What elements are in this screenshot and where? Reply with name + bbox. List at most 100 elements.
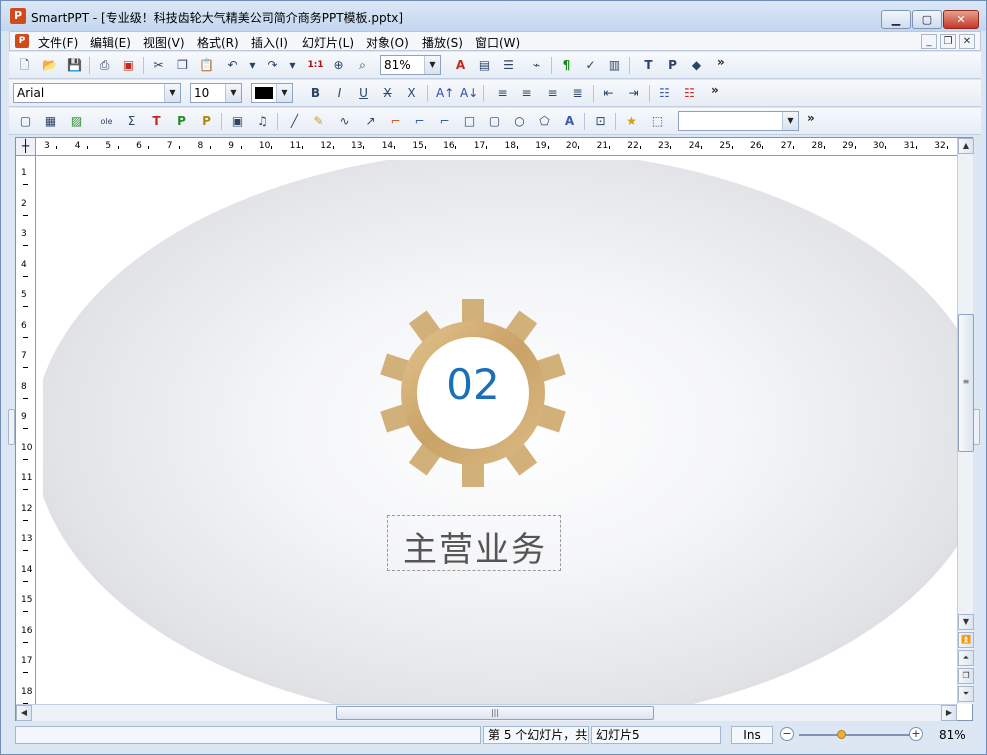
menu-file[interactable]: 文件(F) [38,34,78,51]
group-icon[interactable]: ⊡ [591,112,610,131]
curved-connector-icon[interactable]: ⌐ [435,112,454,131]
arrow-tool-icon[interactable]: ↗ [361,112,380,131]
layers-icon[interactable]: ◆ [687,56,706,75]
copy-icon[interactable]: ❐ [173,56,192,75]
zoom-icon[interactable]: ⌕ [353,56,372,75]
slide-canvas[interactable]: 02 主营业务 [43,160,957,708]
italic-icon[interactable]: I [330,84,349,103]
font-size-select[interactable]: 10 ▼ [190,83,242,103]
connector-tool-icon[interactable]: ⌐ [386,112,405,131]
bold-icon[interactable]: B [306,84,325,103]
increase-font-icon[interactable]: A↑ [435,84,454,103]
list-box-icon[interactable]: ☰ [499,56,518,75]
actual-size-icon[interactable]: 1:1 [306,56,325,75]
first-slide-icon[interactable]: ⏫ [958,632,974,648]
insert-formula-icon[interactable]: Σ [122,112,141,131]
pencil-tool-icon[interactable]: ✎ [309,112,328,131]
align-right-icon[interactable]: ≡ [543,84,562,103]
effects-star-icon[interactable]: ★ [622,112,641,131]
align-left-icon[interactable]: ≡ [493,84,512,103]
chevron-down-icon[interactable]: ▼ [225,84,241,102]
chevron-down-icon[interactable]: ▼ [276,84,292,102]
cut-icon[interactable]: ✂ [149,56,168,75]
font-color-a-icon[interactable]: A [451,56,470,75]
insert-frame-icon[interactable]: ▢ [16,112,35,131]
vertical-scrollbar[interactable]: ▲ ≡ ▼ ⏫ ⏶ ❐ ⏷ [957,138,974,704]
scroll-right-icon[interactable]: ▶ [941,705,957,721]
style-select[interactable]: ▼ [678,111,799,131]
insert-audio-icon[interactable]: ♫ [253,112,272,131]
insert-page-p-icon[interactable]: P [197,112,216,131]
undo-icon[interactable]: ↶ [223,56,242,75]
title-placeholder[interactable]: 主营业务 [387,515,561,571]
text-box-icon[interactable]: ▤ [475,56,494,75]
horizontal-scroll-thumb[interactable]: ||| [336,706,654,720]
new-icon[interactable]: 🗋 [15,56,34,75]
menu-view[interactable]: 视图(V) [143,34,185,51]
select-object-icon[interactable]: ⬚ [648,112,667,131]
chevron-down-icon[interactable]: ▼ [424,56,440,74]
subscript-icon[interactable]: X [402,84,421,103]
ellipse-tool-icon[interactable]: ○ [510,112,529,131]
underline-icon[interactable]: U [354,84,373,103]
numbered-list-icon[interactable]: ☷ [680,84,699,103]
curve-tool-icon[interactable]: ∿ [335,112,354,131]
menu-insert[interactable]: 插入(I) [251,34,288,51]
rectangle-tool-icon[interactable]: □ [460,112,479,131]
justify-icon[interactable]: ≣ [568,84,587,103]
doc-close-button[interactable]: ✕ [959,34,975,49]
menu-window[interactable]: 窗口(W) [475,34,520,51]
insert-text-t-icon[interactable]: T [147,112,166,131]
strikethrough-icon[interactable]: X [378,84,397,103]
rounded-rect-tool-icon[interactable]: ▢ [485,112,504,131]
horizontal-scrollbar[interactable]: ◀ ||| ▶ [16,704,957,721]
export-pdf-icon[interactable]: ▣ [119,56,138,75]
next-slide-icon[interactable]: ⏷ [958,686,974,702]
open-folder-icon[interactable]: 📂 [40,56,59,75]
wordart-icon[interactable]: A [560,112,579,131]
redo-icon[interactable]: ↷ [263,56,282,75]
right-panel-handle[interactable] [973,409,980,445]
print-icon[interactable]: ⎙ [95,56,114,75]
font-family-select[interactable]: Arial ▼ [13,83,181,103]
zoom-select[interactable]: 81% ▼ [380,55,441,75]
zoom-slider-knob[interactable] [837,730,846,739]
template-p-icon[interactable]: P [663,56,682,75]
insert-media-icon[interactable]: ▣ [228,112,247,131]
save-icon[interactable]: 💾 [65,56,84,75]
horizontal-ruler[interactable]: 3 4 5 6 7 8 9 10 11 12 13 14 15 16 17 18 19 20 21 22 23 24 25 2… [36,138,957,156]
chevron-down-icon[interactable]: ▼ [782,112,798,130]
pilcrow-icon[interactable]: ¶ [557,56,576,75]
toolbar-overflow-icon[interactable]: » [807,111,815,125]
zoom-in-icon[interactable]: + [909,727,923,741]
bullet-list-icon[interactable]: ☷ [655,84,674,103]
decrease-font-icon[interactable]: A↓ [459,84,478,103]
line-tool-icon[interactable]: ╱ [285,112,304,131]
slide-list-icon[interactable]: ❐ [958,668,974,684]
chevron-down-icon[interactable]: ▼ [164,84,180,102]
menu-edit[interactable]: 编辑(E) [90,34,131,51]
maximize-button[interactable]: ▢ [912,10,942,29]
toolbar-overflow-icon[interactable]: » [717,55,725,69]
align-center-icon[interactable]: ≡ [517,84,536,103]
zoom-slider[interactable] [799,734,917,736]
format-painter-icon[interactable]: ⌁ [527,56,546,75]
left-panel-handle[interactable] [8,409,15,445]
doc-restore-button[interactable]: ❐ [940,34,956,49]
insert-table-icon[interactable]: ▦ [41,112,60,131]
vertical-ruler[interactable]: 1 2 3 4 5 6 7 8 9 10 11 12 13 14 15 16 17 18 [16,156,36,704]
minimize-button[interactable]: ▁ [881,10,911,29]
insert-placeholder-p-icon[interactable]: P [172,112,191,131]
vertical-scroll-thumb[interactable]: ≡ [958,314,974,452]
close-button[interactable]: ✕ [943,10,979,29]
paste-icon[interactable]: 📋 [197,56,216,75]
ruler-origin-icon[interactable]: ┼ [16,138,36,156]
spellcheck-icon[interactable]: ✓ [581,56,600,75]
template-t-icon[interactable]: T [639,56,658,75]
text-color-select[interactable]: ▼ [251,83,293,103]
insert-image-icon[interactable]: ▨ [67,112,86,131]
doc-minimize-button[interactable]: _ [921,34,937,49]
outdent-icon[interactable]: ⇤ [599,84,618,103]
elbow-connector-icon[interactable]: ⌐ [410,112,429,131]
scroll-up-icon[interactable]: ▲ [958,138,974,154]
